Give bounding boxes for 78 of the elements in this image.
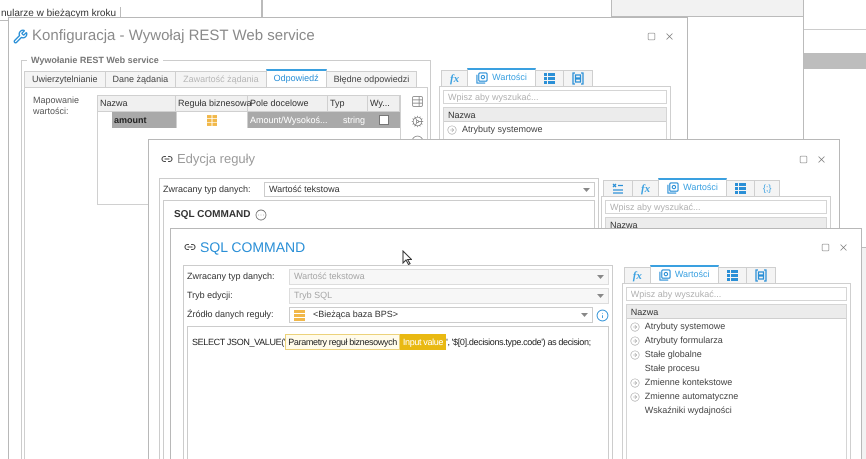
tree-item[interactable]: Atrybuty formularza: [630, 335, 723, 347]
panel-tab[interactable]: [746, 267, 776, 283]
expand-icon[interactable]: [630, 350, 640, 360]
window-title: Konfiguracja - Wywołaj REST Web service: [32, 26, 315, 46]
panel-tab[interactable]: [534, 70, 564, 86]
tree-item[interactable]: Stałe globalne: [630, 349, 702, 361]
value-icon: [667, 182, 680, 194]
grid-icon[interactable]: [207, 114, 217, 126]
more-icon[interactable]: [255, 208, 268, 220]
gear-icon[interactable]: [411, 115, 424, 128]
tree-item[interactable]: Atrybuty systemowe: [630, 321, 726, 333]
expand-icon[interactable]: [630, 392, 640, 402]
tree-item[interactable]: Atrybuty systemowe: [447, 124, 543, 136]
value-icon: [476, 72, 488, 84]
close-icon[interactable]: [838, 242, 849, 252]
field-label: Tryb edycji:: [187, 289, 234, 302]
field-label: Zwracany typ danych:: [187, 270, 276, 284]
code-editor[interactable]: SELECT JSON_VALUE(' Parametry reguł biznesowych Input value ', '$[0].decisions.type.code') as decision;: [187, 326, 609, 459]
database-icon: [294, 310, 305, 320]
value-icon: [658, 269, 671, 281]
panel-tab[interactable]: [726, 180, 755, 196]
field-label: Źródło danych reguły:: [187, 308, 275, 322]
select-field[interactable]: <Bieżąca baza BPS>: [289, 307, 593, 323]
column-header: Nazwa: [626, 305, 846, 319]
search-field[interactable]: Wpisz aby wyszukać...: [605, 200, 827, 214]
info-icon[interactable]: [596, 308, 609, 322]
tools-icon: [13, 28, 28, 44]
tree-item[interactable]: Stałe procesu: [630, 363, 700, 375]
search-field[interactable]: Wpisz aby wyszukać...: [626, 287, 847, 301]
table-cell: Amount/Wysokoś...: [248, 112, 328, 128]
table-icon[interactable]: [411, 95, 424, 108]
tab[interactable]: Uwierzytelnianie: [24, 71, 106, 87]
return-type-select[interactable]: Wartość tekstowa: [264, 182, 595, 197]
list-icon: [726, 270, 738, 281]
maximize-icon[interactable]: [799, 154, 808, 164]
assignment-icon: [612, 183, 624, 194]
panel-tab[interactable]: [603, 180, 633, 196]
window-title: Edycja reguły: [177, 150, 256, 168]
expand-icon[interactable]: [630, 378, 640, 388]
link-icon: [161, 153, 173, 165]
column-header: Wy...: [368, 96, 400, 111]
dropdown-arrow-icon: [596, 275, 604, 279]
panel-tab[interactable]: [718, 267, 747, 283]
window-title: SQL COMMAND: [200, 238, 306, 257]
search-field[interactable]: Wpisz aby wyszukać...: [443, 90, 667, 104]
maximize-icon[interactable]: [821, 242, 830, 252]
dropdown-arrow-icon: [583, 188, 590, 192]
dropdown-arrow-icon: [580, 313, 588, 317]
column-header: Nazwa: [444, 108, 666, 122]
link-icon: [184, 241, 196, 253]
table-cell: string: [328, 112, 368, 128]
close-icon[interactable]: [816, 154, 827, 164]
brackets-icon: [754, 269, 767, 282]
code-line: SELECT JSON_VALUE(' Parametry reguł biznesowych Input value ', '$[0].decisions.type.code') as decision;: [192, 334, 591, 350]
checkbox[interactable]: [379, 115, 389, 125]
block-title: SQL COMMAND: [174, 208, 250, 222]
expand-icon[interactable]: [630, 336, 640, 346]
expand-icon[interactable]: [630, 322, 640, 332]
panel-tab[interactable]: [562, 70, 593, 86]
expand-icon[interactable]: [447, 125, 457, 135]
column-header: Typ: [328, 96, 368, 111]
tab[interactable]: Dane żądania: [104, 71, 176, 87]
group-title: Wywołanie REST Web service: [27, 54, 163, 68]
tree-item[interactable]: Wskaźniki wydajności: [630, 405, 732, 417]
list-icon: [734, 183, 746, 194]
cursor-icon: [402, 250, 412, 265]
field-label: Mapowanie wartości:: [33, 95, 80, 118]
field-label: Zwracany typ danych:: [163, 182, 252, 196]
column-header: Nazwa: [98, 96, 176, 111]
tab[interactable]: Błędne odpowiedzi: [326, 71, 418, 87]
maximize-icon[interactable]: [647, 32, 656, 40]
tree-item[interactable]: Zmienne kontekstowe: [630, 377, 732, 389]
brackets-icon: [572, 72, 584, 85]
list-icon: [544, 73, 555, 84]
dropdown-arrow-icon: [596, 294, 604, 298]
table-cell: amount: [112, 112, 176, 128]
close-icon[interactable]: [664, 30, 675, 42]
tree-item[interactable]: Zmienne automatyczne: [630, 391, 738, 403]
